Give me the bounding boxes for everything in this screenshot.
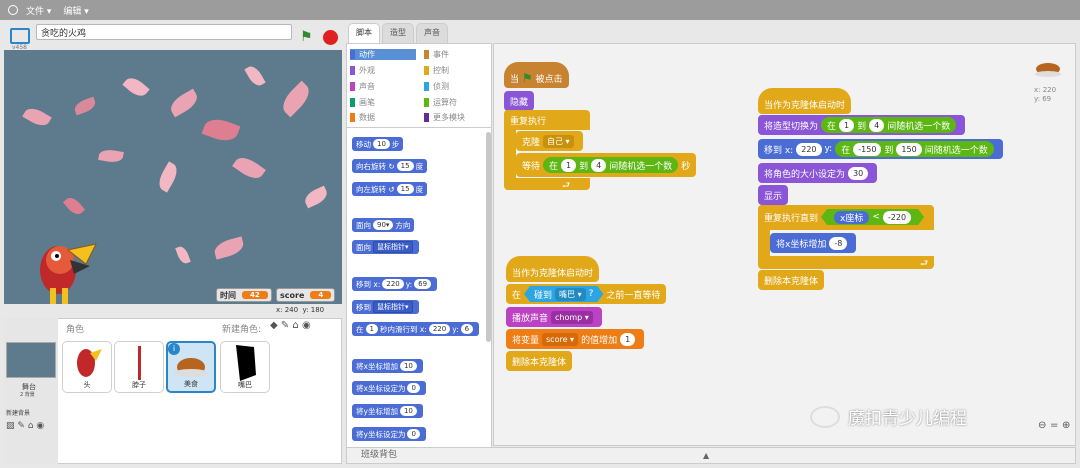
block-set-x[interactable]: 将x坐标设定为 0 (352, 381, 426, 395)
block-clone[interactable]: 克隆 自己 ▾ (516, 131, 583, 151)
category-events[interactable]: 事件 (424, 49, 449, 60)
palette-divider (347, 127, 491, 128)
block-goto[interactable]: 移到 鼠标指针▾ (352, 300, 419, 314)
new-sprite-label: 新建角色: (222, 325, 262, 335)
zoom-reset-icon[interactable]: = (1050, 420, 1058, 431)
category-operators[interactable]: 运算符 (424, 97, 457, 108)
zoom-out-icon[interactable]: ⊖ (1038, 420, 1046, 431)
block-wait-until[interactable]: 在碰到 嘴巴 ▾? 之前一直等待 (506, 284, 667, 304)
zoom-in-icon[interactable]: ⊕ (1062, 420, 1070, 431)
new-sprite-tools-icon[interactable]: ◆ ✎ ⌂ ◉ (270, 320, 311, 331)
block-set-size[interactable]: 将角色的大小设定为 30 (758, 163, 878, 183)
block-goto-xy-script[interactable]: 移到 x: 220 y: 在 -150 到 150 间随机选一个数 (758, 139, 1003, 159)
block-point-direction[interactable]: 面向 90▾ 方向 (352, 218, 415, 232)
mouse-coords: x: 240 y: 180 (276, 306, 325, 314)
block-goto-xy[interactable]: 移到 x: 220 y: 69 (352, 277, 438, 291)
block-wait[interactable]: 等待在 1 到 4 间随机选一个数秒 (516, 153, 697, 177)
loop-arrow-icon-2: ⮐ (920, 259, 929, 269)
block-turn-left[interactable]: 向左旋转 ↺ 15 度 (352, 182, 428, 196)
block-when-clone-start-2[interactable]: 当作为克隆体启动时 (758, 88, 852, 114)
stage-canvas[interactable]: 时间 42 score 4 (4, 50, 342, 304)
sprite-card-food[interactable]: i 美食 (166, 341, 216, 393)
block-repeat-until[interactable]: 重复执行直到 x座标 < -220 (758, 205, 934, 229)
block-glide[interactable]: 在 1 秒内滑行到 x: 220 y: 6 (352, 322, 480, 336)
category-motion[interactable]: 动作 (350, 49, 416, 60)
tab-scripts[interactable]: 脚本 (348, 23, 380, 44)
sprite-x: x: 220 (1034, 86, 1057, 94)
block-point-towards[interactable]: 面向 鼠标指针▾ (352, 240, 419, 254)
stop-icon[interactable] (323, 30, 338, 45)
project-title-input[interactable]: 贪吃的火鸡 (36, 24, 292, 40)
globe-icon[interactable] (8, 5, 18, 15)
stage-backdrops: 2 背景 (20, 392, 35, 398)
backpack-toggle-icon[interactable]: ▲ (703, 448, 709, 463)
block-forever[interactable]: 重复执行 (504, 110, 553, 130)
category-more-blocks[interactable]: 更多模块 (424, 112, 465, 123)
menu-bar: 文件 ▾ 编辑 ▾ (0, 0, 1080, 20)
file-menu[interactable]: 文件 ▾ (26, 4, 51, 17)
mouth-thumb-icon (236, 345, 256, 381)
palette-scrollbar[interactable] (486, 132, 491, 342)
block-when-clone-start[interactable]: 当作为克隆体启动时 (506, 256, 600, 282)
info-icon[interactable]: i (168, 343, 180, 355)
category-data[interactable]: 数据 (350, 112, 375, 123)
timer-monitor: 时间 42 (216, 288, 272, 302)
stage-thumbnail[interactable] (6, 342, 56, 378)
block-show[interactable]: 显示 (758, 185, 789, 205)
block-delete-clone-2[interactable]: 删除本克隆体 (758, 270, 825, 290)
green-flag-icon[interactable]: ⚑ (300, 29, 313, 45)
block-turn-right[interactable]: 向右旋转 ↻ 15 度 (352, 159, 428, 173)
turkey-sprite[interactable] (30, 230, 100, 304)
loop-arrow-icon: ⮐ (562, 181, 571, 191)
tab-sounds[interactable]: 声音 (416, 23, 448, 43)
category-control[interactable]: 控制 (424, 65, 449, 76)
category-sound[interactable]: 声音 (350, 81, 375, 92)
sprite-preview-icon (1035, 63, 1061, 77)
sprite-card-neck[interactable]: 脖子 (114, 341, 164, 393)
score-monitor: score 4 (276, 288, 336, 302)
block-change-variable[interactable]: 将变量 score ▾ 的值增加 1 (506, 329, 645, 349)
head-thumb-icon (77, 349, 102, 377)
category-looks[interactable]: 外观 (350, 65, 375, 76)
block-change-x[interactable]: 将x坐标增加 10 (352, 359, 423, 373)
sprite-card-mouth[interactable]: 嘴巴 (220, 341, 270, 393)
backpack-bar[interactable]: 班级背包 ▲ (346, 447, 1076, 464)
block-play-sound[interactable]: 播放声音 chomp ▾ (506, 307, 602, 327)
block-when-flag-clicked[interactable]: 当 ⚑ 被点击 (504, 62, 569, 88)
category-pen[interactable]: 画笔 (350, 97, 375, 108)
block-change-x-script[interactable]: 将x坐标增加 -8 (770, 233, 857, 253)
block-set-y[interactable]: 将y坐标设定为 0 (352, 427, 426, 441)
new-backdrop-label: 新建背景 (6, 410, 31, 417)
wechat-icon (810, 405, 840, 428)
sprite-y: y: 69 (1034, 95, 1052, 103)
block-move[interactable]: 移动 10 步 (352, 137, 404, 151)
block-change-y[interactable]: 将y坐标增加 10 (352, 404, 423, 418)
category-sensing[interactable]: 侦测 (424, 81, 449, 92)
block-switch-costume[interactable]: 将造型切换为在 1 到 4 间随机选一个数 (758, 115, 966, 135)
watermark: 魔扣青少儿编程 (810, 404, 967, 429)
block-hide[interactable]: 隐藏 (504, 91, 535, 111)
neck-thumb-icon (137, 346, 141, 380)
edit-menu[interactable]: 编辑 ▾ (63, 4, 88, 17)
backdrop-tools-icon[interactable]: ▨ ✎ ⌂ ◉ (6, 421, 44, 431)
sprites-header: 角色 (66, 325, 85, 335)
fullscreen-icon[interactable] (10, 28, 30, 44)
roast-thumb-icon (174, 358, 208, 377)
block-delete-clone[interactable]: 删除本克隆体 (506, 351, 573, 371)
sprite-card-head[interactable]: 头 (62, 341, 112, 393)
green-flag-icon: ⚑ (521, 71, 533, 85)
tab-costumes[interactable]: 造型 (382, 23, 414, 43)
